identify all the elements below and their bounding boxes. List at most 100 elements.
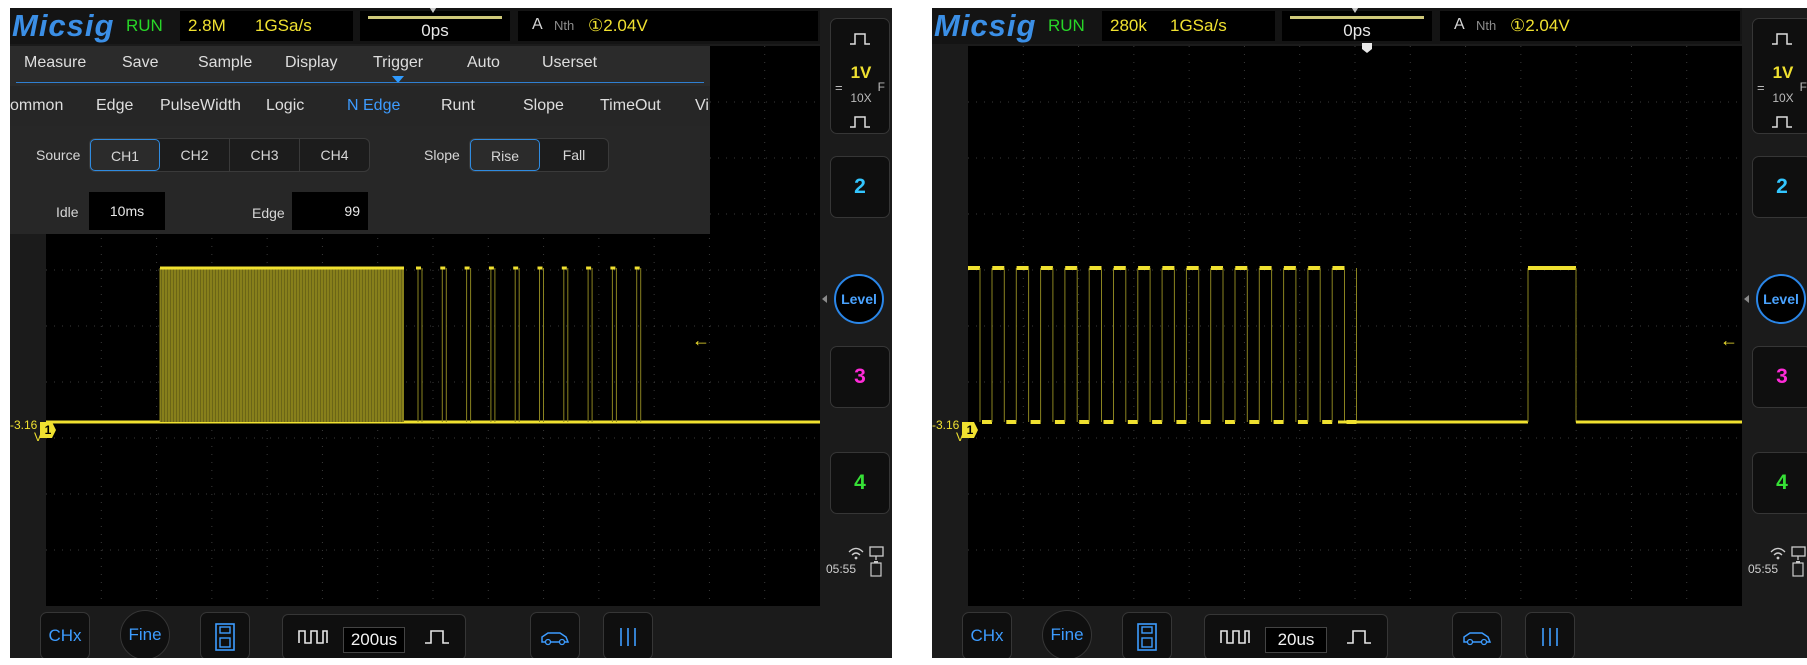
tab-pulse-width[interactable]: PulseWidth <box>160 97 241 115</box>
car-mode-button[interactable] <box>530 612 580 658</box>
cursor-button[interactable] <box>603 612 653 658</box>
acquisition-info[interactable]: 280k 1GSa/s <box>1102 11 1275 41</box>
waveform-display[interactable] <box>968 46 1742 606</box>
slope-label: Slope <box>424 147 460 163</box>
source-selector: CH1 CH2 CH3 CH4 <box>89 138 370 172</box>
slope-fall-button[interactable]: Fall <box>540 139 608 171</box>
ch4-button[interactable]: 4 <box>830 452 890 514</box>
time-offset: 0ps <box>1343 21 1371 40</box>
chx-button[interactable]: CHx <box>962 612 1012 658</box>
memory-depth: 2.8M <box>188 16 226 35</box>
car-mode-button[interactable] <box>1452 612 1502 658</box>
ch1-control[interactable]: 1V = F 10X <box>830 18 890 134</box>
source-ch2-button[interactable]: CH2 <box>160 139 230 171</box>
fine-button[interactable]: Fine <box>1042 610 1092 658</box>
source-ch1-button[interactable]: CH1 <box>90 139 160 171</box>
network-status-icon <box>848 546 884 560</box>
menu-userset[interactable]: Userset <box>542 54 597 72</box>
edge-count-field[interactable]: 99 <box>292 192 368 230</box>
battery-icon <box>1792 561 1804 577</box>
tab-runt[interactable]: Runt <box>441 97 475 115</box>
brand-logo: Micsig <box>12 8 115 43</box>
tab-logic[interactable]: Logic <box>266 97 304 115</box>
trigger-type: Nth <box>554 18 575 33</box>
timebase-value[interactable]: 200us <box>343 627 405 653</box>
ch1-scale: 1V = F 10X <box>1753 60 1807 105</box>
menu-measure[interactable]: Measure <box>24 54 86 72</box>
channel-sidebar: 1V = F 10X 2 Level 3 4 05:55 <box>1744 8 1807 658</box>
source-label: Source <box>36 147 81 163</box>
idle-label: Idle <box>56 204 79 220</box>
waveform-plot <box>968 46 1742 606</box>
ch4-button[interactable]: 4 <box>1752 452 1807 514</box>
timebase-increase-icon[interactable] <box>1329 615 1389 658</box>
trigger-level-arrow-icon[interactable]: ← <box>692 330 710 351</box>
trigger-info[interactable]: A Nth ①2.04V <box>1440 11 1740 41</box>
fine-button[interactable]: Fine <box>120 610 170 658</box>
chx-label: CHx <box>970 626 1004 645</box>
slope-rise-button[interactable]: Rise <box>470 139 540 171</box>
trigger-info[interactable]: A Nth ①2.04V <box>518 11 818 41</box>
ch3-button[interactable]: 3 <box>1752 346 1807 408</box>
ch3-button[interactable]: 3 <box>830 346 890 408</box>
tab-common[interactable]: ommon <box>10 97 63 115</box>
status-bar: Micsig RUN 2.8M 1GSa/s 0ps A Nth ①2.04V <box>10 8 820 44</box>
save-file-icon <box>1137 623 1157 651</box>
idle-time-field[interactable]: 10ms <box>89 192 165 230</box>
scope-screen-right: Micsig RUN 280k 1GSa/s 0ps A Nth ①2.04V … <box>932 8 1807 658</box>
run-status[interactable]: RUN <box>126 16 163 36</box>
chx-button[interactable]: CHx <box>40 612 90 658</box>
menu-save[interactable]: Save <box>122 54 158 72</box>
trigger-type: Nth <box>1476 18 1497 33</box>
tab-timeout[interactable]: TimeOut <box>600 97 661 115</box>
timebase-control: 200us <box>282 614 466 658</box>
n-edge-options: Source CH1 CH2 CH3 CH4 Slope Rise Fall I… <box>10 126 710 234</box>
timebase-control: 20us <box>1204 614 1388 658</box>
trigger-source: A <box>532 16 543 33</box>
ch1-control[interactable]: 1V = F 10X <box>1752 18 1807 134</box>
cursor-button[interactable] <box>1525 612 1575 658</box>
level-knob-button[interactable]: Level <box>834 274 884 324</box>
horizontal-position[interactable]: 0ps <box>1282 8 1432 41</box>
horizontal-position[interactable]: 0ps <box>360 8 510 41</box>
source-ch4-button[interactable]: CH4 <box>300 139 369 171</box>
ch2-button[interactable]: 2 <box>830 156 890 218</box>
trigger-type-tabs: ommon Edge PulseWidth Logic N Edge Runt … <box>10 86 710 126</box>
tab-slope[interactable]: Slope <box>523 97 564 115</box>
timebase-value[interactable]: 20us <box>1265 627 1327 653</box>
time-offset: 0ps <box>421 21 449 40</box>
menu-display[interactable]: Display <box>285 54 337 72</box>
falling-edge-icon <box>1772 116 1792 128</box>
clock: 05:55 <box>826 562 857 576</box>
menu-trigger[interactable]: Trigger <box>373 54 423 72</box>
menu-sample[interactable]: Sample <box>198 54 252 72</box>
level-indicator-icon <box>1744 295 1749 303</box>
source-ch3-button[interactable]: CH3 <box>230 139 300 171</box>
memory-bar <box>368 16 502 19</box>
cursor-icon <box>620 628 636 646</box>
bottom-toolbar: CHx Fine 20us <box>932 606 1742 658</box>
ch2-button[interactable]: 2 <box>1752 156 1807 218</box>
trigger-level-arrow-icon[interactable]: ← <box>1720 330 1738 351</box>
edge-label: Edge <box>252 205 285 221</box>
save-file-button[interactable] <box>1122 612 1172 658</box>
sample-rate: 1GSa/s <box>1170 16 1227 35</box>
menu-auto[interactable]: Auto <box>467 54 500 72</box>
tab-video[interactable]: Vi <box>695 97 709 115</box>
main-menu: Measure Save Sample Display Trigger Auto… <box>10 46 710 84</box>
acquisition-info[interactable]: 2.8M 1GSa/s <box>180 11 353 41</box>
trigger-position-icon <box>428 8 438 13</box>
timebase-increase-icon[interactable] <box>407 615 467 658</box>
ch4-label: 4 <box>854 471 866 494</box>
save-file-button[interactable] <box>200 612 250 658</box>
timebase-decrease-icon[interactable] <box>1205 615 1265 658</box>
timebase-decrease-icon[interactable] <box>283 615 343 658</box>
trigger-position-icon <box>1350 8 1360 13</box>
ch1-probe: 10X <box>850 91 872 105</box>
level-knob-button[interactable]: Level <box>1756 274 1806 324</box>
tab-edge[interactable]: Edge <box>96 97 133 115</box>
car-icon <box>541 632 570 646</box>
tab-n-edge[interactable]: N Edge <box>347 97 400 115</box>
run-status[interactable]: RUN <box>1048 16 1085 36</box>
slope-selector: Rise Fall <box>469 138 609 172</box>
